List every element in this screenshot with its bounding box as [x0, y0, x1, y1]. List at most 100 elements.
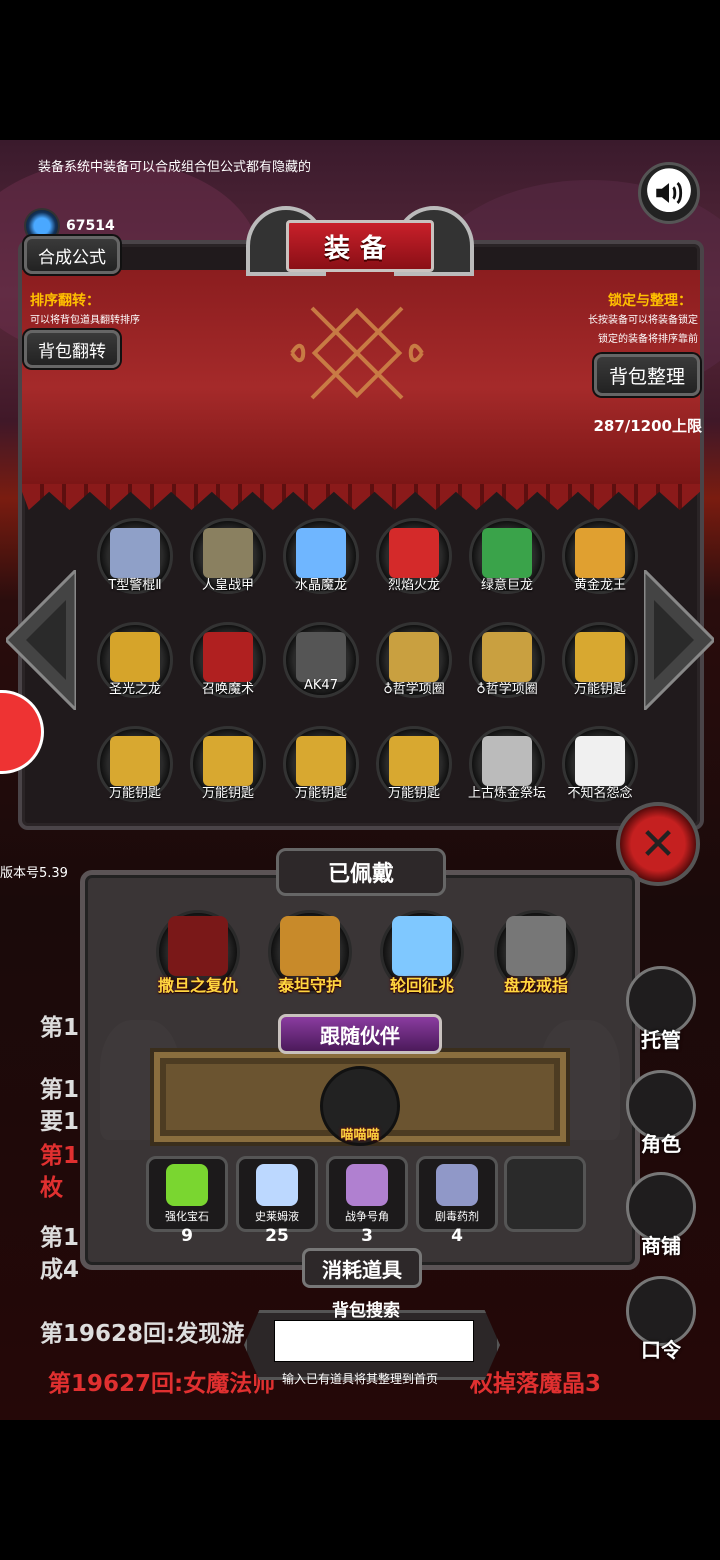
inventory-slot[interactable]: 人皇战甲 — [185, 518, 271, 602]
consumable-qty: 9 — [181, 1226, 193, 1246]
search-input[interactable] — [274, 1320, 474, 1362]
inventory-slot[interactable]: 万能钥匙 — [371, 726, 457, 810]
inventory-slot[interactable]: 不知名怨念 — [557, 726, 643, 810]
bottom-black-bar — [0, 1420, 720, 1560]
speaker-icon — [656, 181, 683, 205]
item-name: 召唤魔术 — [201, 682, 254, 697]
rifle-icon — [296, 632, 346, 682]
tidy-bag-button[interactable]: 背包整理 — [594, 354, 700, 396]
consumable-slot[interactable]: 战争号角 3 — [326, 1156, 408, 1246]
item-name: 烈焰火龙 — [387, 578, 440, 593]
worn-item-name: 撒旦之复仇 — [157, 976, 238, 995]
log-line: 第1 — [40, 1143, 80, 1169]
item-name: T型警棍Ⅱ — [108, 578, 162, 593]
formula-button[interactable]: 合成公式 — [24, 236, 120, 274]
pentagram-icon — [203, 632, 253, 682]
green-gem-icon — [166, 1164, 208, 1206]
top-black-bar — [0, 0, 720, 140]
inventory-slot[interactable]: 烈焰火龙 — [371, 518, 457, 602]
inventory-slot[interactable]: T型警棍Ⅱ — [92, 518, 178, 602]
baton-icon — [110, 528, 160, 578]
item-name: 人皇战甲 — [201, 578, 254, 593]
worn-item-name: 轮回征兆 — [389, 976, 454, 995]
titan-armor-icon — [280, 916, 340, 976]
armor-icon — [203, 528, 253, 578]
consumable-slot-empty[interactable] — [504, 1156, 586, 1242]
key-icon — [575, 632, 625, 682]
crossed-swords-emblem-icon — [290, 306, 424, 400]
consumable-name: 史莱姆液 — [255, 1210, 299, 1223]
inventory-slot[interactable]: 水晶魔龙 — [278, 518, 364, 602]
side-menu-label[interactable]: 托管 — [628, 1024, 694, 1053]
worn-item-name: 泰坦守护 — [277, 976, 342, 995]
consumable-slot[interactable]: 史莱姆液 25 — [236, 1156, 318, 1246]
consumable-qty: 3 — [361, 1226, 373, 1246]
gem-count: 67514 — [66, 218, 115, 234]
worn-title: 已佩戴 — [276, 848, 446, 896]
partner-title: 跟随伙伴 — [278, 1014, 442, 1054]
version-label: 版本号5.39 — [0, 866, 68, 881]
key-icon — [296, 736, 346, 786]
key-icon — [389, 736, 439, 786]
consumable-name: 战争号角 — [345, 1210, 389, 1223]
item-name: 万能钥匙 — [387, 786, 440, 801]
worn-item-name: 盘龙戒指 — [503, 976, 568, 995]
log-line: 第19627回:女魔法师 — [48, 1371, 276, 1397]
sort-title: 排序翻转： — [30, 293, 100, 309]
skull-altar-icon — [482, 736, 532, 786]
consumable-qty: 4 — [451, 1226, 463, 1246]
inventory-slot[interactable]: 万能钥匙 — [185, 726, 271, 810]
log-line: 成4 — [40, 1257, 80, 1283]
flip-bag-button[interactable]: 背包翻转 — [24, 330, 120, 368]
consumable-slot[interactable]: 剧毒药剂 4 — [416, 1156, 498, 1246]
worn-slot[interactable]: 轮回征兆 — [374, 908, 470, 1004]
lock-description-2: 锁定的装备将排序靠前 — [598, 334, 698, 345]
lock-description-1: 长按装备可以将装备锁定 — [588, 315, 698, 326]
inventory-slot[interactable]: 万能钥匙 — [557, 622, 643, 706]
inventory-slot[interactable]: AK47 — [278, 622, 364, 706]
ghost-icon — [575, 736, 625, 786]
item-name: 黄金龙王 — [573, 578, 626, 593]
consumable-qty: 25 — [265, 1226, 289, 1246]
inventory-slot[interactable]: ♁哲学项圈 — [371, 622, 457, 706]
inventory-grid: T型警棍Ⅱ 人皇战甲 水晶魔龙 烈焰火龙 绿意巨龙 黄金龙王 圣光之龙 召唤魔术… — [92, 518, 652, 810]
right-arrow-icon[interactable] — [644, 570, 714, 710]
sound-toggle-button[interactable] — [638, 162, 700, 224]
panel-title: 装备 — [286, 220, 434, 272]
poison-icon — [436, 1164, 478, 1206]
ice-mace-icon — [392, 916, 452, 976]
side-menu-label[interactable]: 角色 — [628, 1128, 694, 1157]
collar-icon — [482, 632, 532, 682]
log-line: 第1 — [40, 1225, 80, 1251]
inventory-slot[interactable]: ♁哲学项圈 — [464, 622, 550, 706]
item-name: 万能钥匙 — [573, 682, 626, 697]
worn-slot[interactable]: 盘龙戒指 — [488, 908, 584, 1004]
item-name: ♁哲学项圈 — [383, 682, 445, 697]
inventory-slot[interactable]: 万能钥匙 — [278, 726, 364, 810]
item-name: 万能钥匙 — [294, 786, 347, 801]
inventory-slot[interactable]: 召唤魔术 — [185, 622, 271, 706]
inventory-slot[interactable]: 黄金龙王 — [557, 518, 643, 602]
horn-icon — [346, 1164, 388, 1206]
inventory-slot[interactable]: 上古炼金祭坛 — [464, 726, 550, 810]
side-menu-label[interactable]: 口令 — [628, 1334, 694, 1363]
inventory-slot[interactable]: 圣光之龙 — [92, 622, 178, 706]
empty-slot-box — [504, 1156, 586, 1232]
consumable-slot[interactable]: 强化宝石 9 — [146, 1156, 228, 1246]
item-name: 不知名怨念 — [567, 786, 633, 801]
worn-slot[interactable]: 撒旦之复仇 — [150, 908, 246, 1004]
log-line: 要1 — [40, 1109, 80, 1135]
item-name: 万能钥匙 — [201, 786, 254, 801]
collar-icon — [389, 632, 439, 682]
inventory-slot[interactable]: 万能钥匙 — [92, 726, 178, 810]
search-hint: 输入已有道具将其整理到首页 — [282, 1372, 439, 1386]
item-name: 圣光之龙 — [108, 682, 161, 697]
worn-slot[interactable]: 泰坦守护 — [262, 908, 358, 1004]
side-menu-label[interactable]: 商铺 — [628, 1230, 694, 1259]
left-arrow-icon[interactable] — [6, 570, 76, 710]
holy-dragon-icon — [110, 632, 160, 682]
inventory-slot[interactable]: 绿意巨龙 — [464, 518, 550, 602]
sort-description: 可以将背包道具翻转排序 — [30, 315, 140, 326]
consumable-name: 剧毒药剂 — [435, 1210, 479, 1223]
consumables-title: 消耗道具 — [302, 1248, 422, 1288]
